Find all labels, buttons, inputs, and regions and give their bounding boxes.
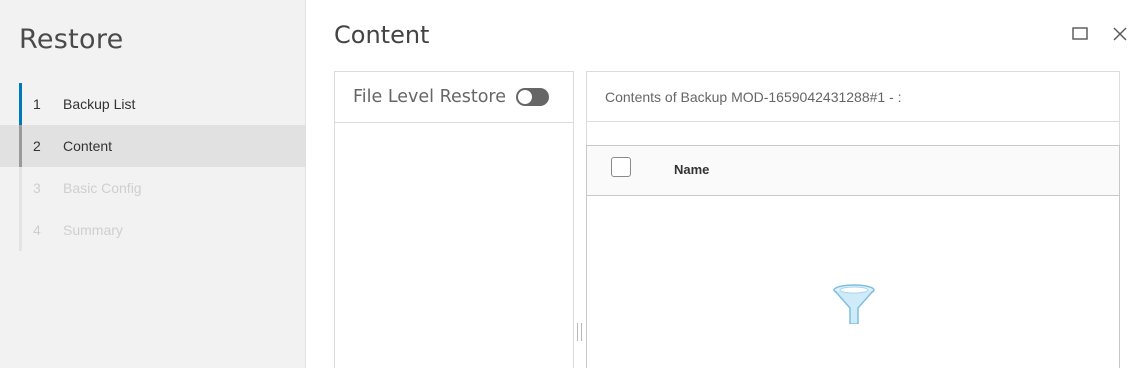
filter-funnel-icon (833, 284, 875, 324)
wizard-steps: 1 Backup List 2 Content 3 Basic Config 4… (0, 83, 306, 251)
step-basic-config: 3 Basic Config (0, 167, 306, 209)
contents-grid: Name (586, 145, 1120, 368)
splitter-line (581, 323, 582, 341)
step-summary: 4 Summary (0, 209, 306, 251)
step-rail (19, 209, 22, 251)
step-number: 2 (33, 138, 41, 154)
restore-wizard: Restore 1 Backup List 2 Content 3 Basic … (0, 0, 1146, 368)
file-level-restore-toggle[interactable] (516, 88, 550, 106)
maximize-button[interactable] (1068, 22, 1092, 46)
splitter-line (577, 323, 578, 341)
step-rail (19, 83, 22, 125)
step-label: Backup List (63, 96, 136, 112)
step-number: 4 (33, 222, 41, 238)
step-rail (19, 167, 22, 209)
step-label: Basic Config (63, 180, 142, 196)
file-level-restore-label: File Level Restore (353, 87, 507, 107)
step-label: Content (63, 138, 113, 154)
wizard-title: Restore (19, 24, 124, 55)
select-all-checkbox[interactable] (611, 157, 631, 177)
step-label: Summary (63, 222, 123, 238)
page-title: Content (334, 21, 430, 49)
panel-splitter-handle[interactable] (577, 323, 582, 341)
column-header-name[interactable]: Name (674, 162, 709, 177)
step-number: 3 (33, 180, 41, 196)
wizard-sidebar: Restore 1 Backup List 2 Content 3 Basic … (0, 0, 306, 368)
backup-contents-header: Contents of Backup MOD-1659042431288#1 -… (587, 72, 1119, 122)
close-button[interactable] (1108, 22, 1132, 46)
step-backup-list[interactable]: 1 Backup List (0, 83, 306, 125)
file-tree-header: File Level Restore (335, 72, 573, 123)
step-number: 1 (33, 96, 41, 112)
step-rail (19, 125, 22, 167)
toggle-knob (518, 90, 533, 104)
file-tree-panel: File Level Restore (334, 71, 574, 368)
backup-contents-panel: Contents of Backup MOD-1659042431288#1 -… (586, 71, 1120, 368)
close-icon (1113, 27, 1127, 41)
step-content[interactable]: 2 Content (0, 125, 306, 167)
grid-header-row: Name (587, 146, 1119, 196)
maximize-icon (1072, 27, 1088, 40)
